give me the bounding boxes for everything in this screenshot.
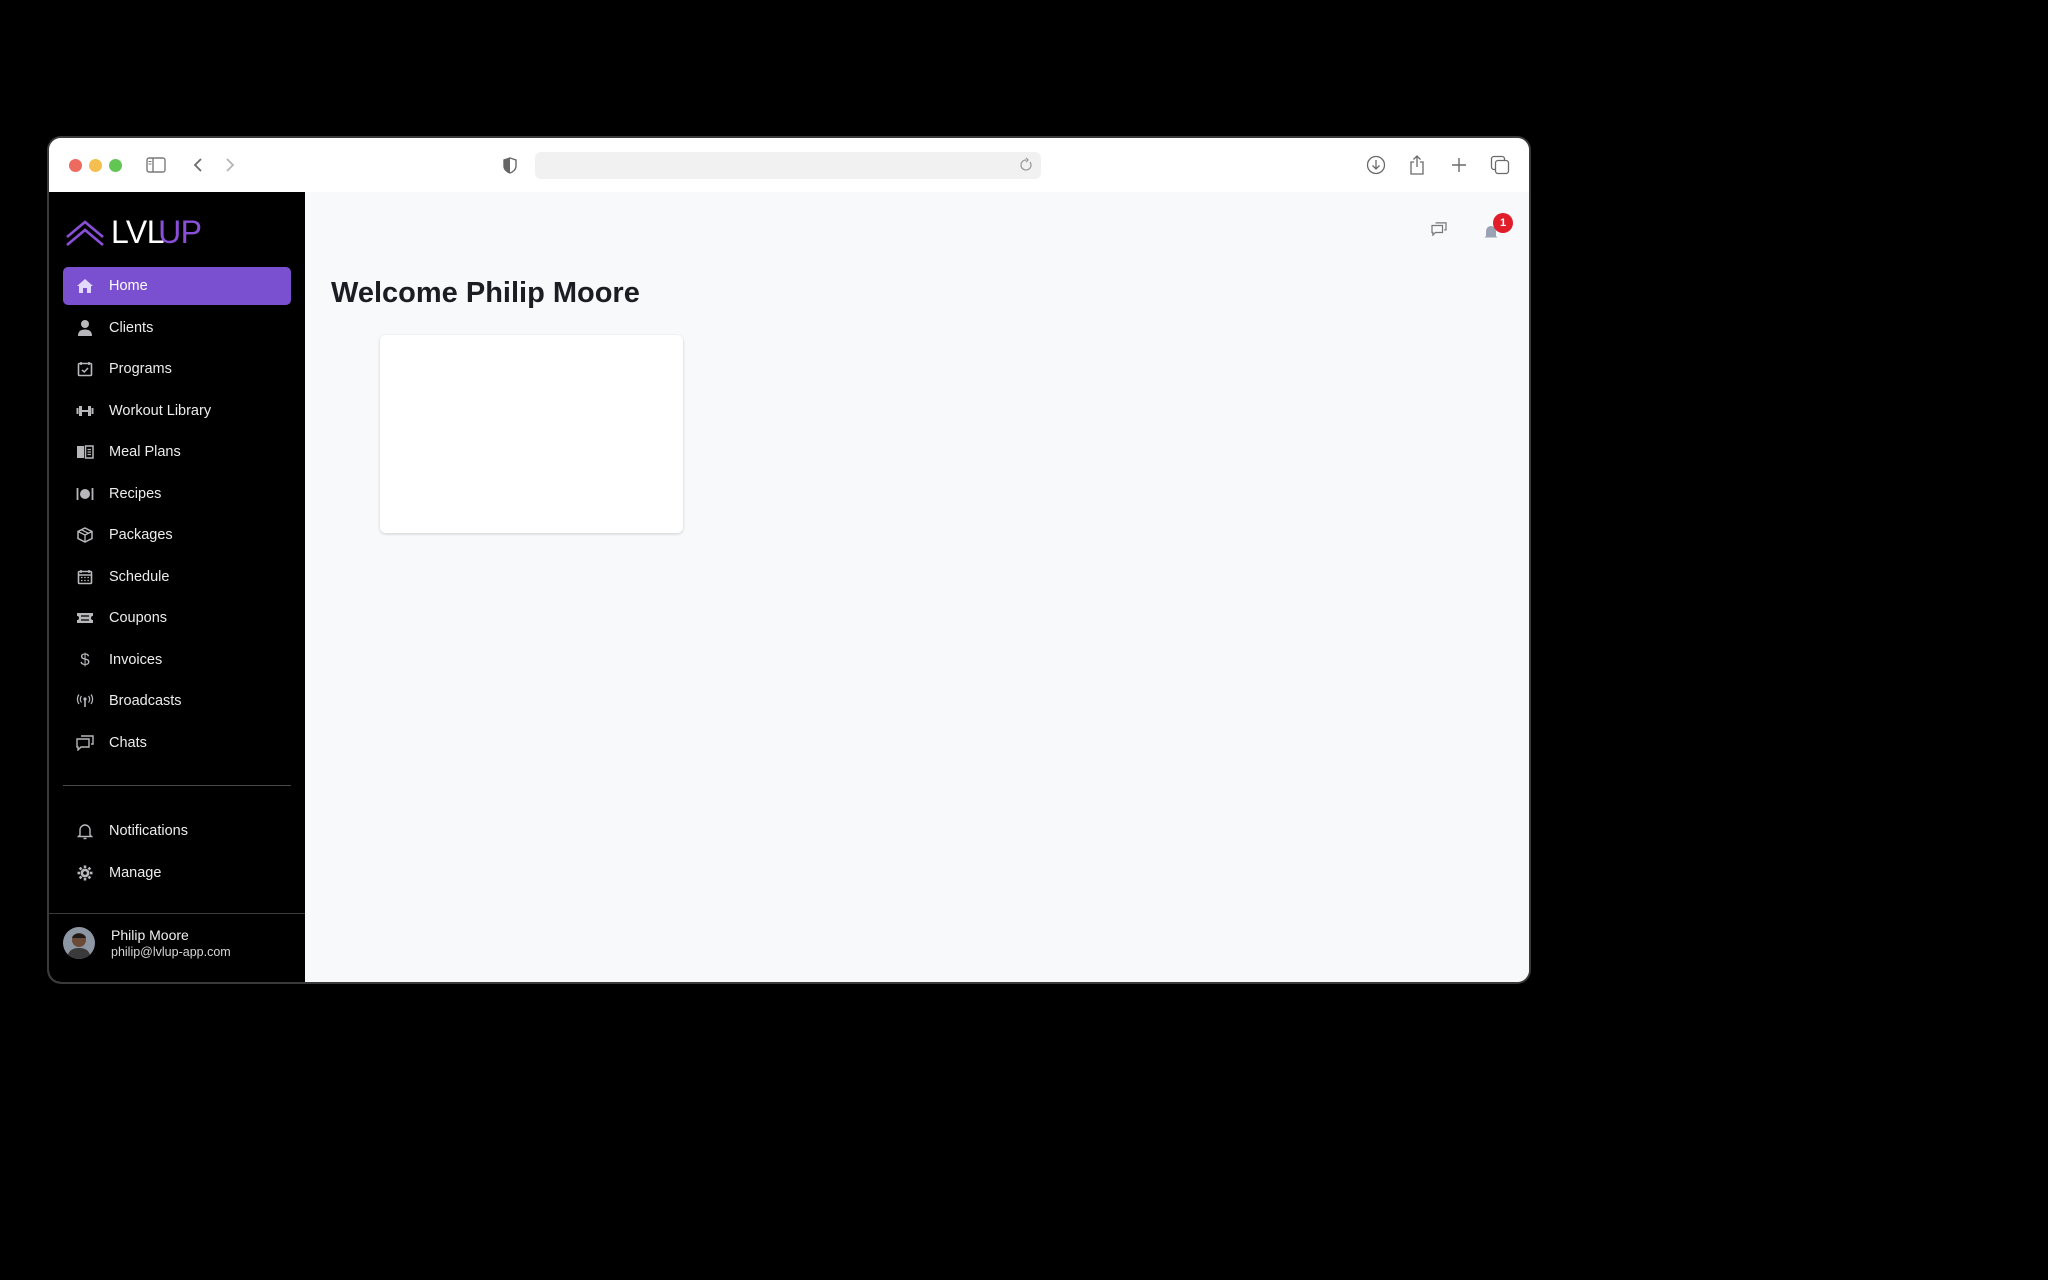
sidebar-item-label: Workout Library: [109, 402, 212, 419]
sidebar-item-label: Recipes: [109, 485, 162, 502]
sidebar-item-label: Programs: [109, 361, 172, 377]
user-email: philip@lvlup-app.com: [111, 945, 231, 959]
shield-icon[interactable]: [501, 152, 519, 178]
sidebar-item-label: Invoices: [109, 651, 163, 668]
new-tab-icon[interactable]: [1449, 152, 1469, 178]
chat-icon: [75, 733, 95, 753]
zoom-window-button[interactable]: [109, 159, 122, 172]
user-icon: [75, 318, 95, 338]
minimize-window-button[interactable]: [89, 159, 102, 172]
share-icon[interactable]: [1407, 152, 1427, 178]
sidebar-item-broadcasts[interactable]: Broadcasts: [63, 682, 291, 720]
chevron-up-logo-icon: [66, 219, 104, 246]
sidebar-item-chats[interactable]: Chats: [63, 724, 291, 762]
dumbbell-icon: [75, 401, 95, 421]
gear-icon: [75, 863, 95, 883]
dollar-icon: $: [80, 649, 90, 669]
sidebar-item-clients[interactable]: Clients: [63, 309, 291, 347]
sidebar-item-notifications[interactable]: Notifications: [63, 812, 291, 850]
broadcast-icon: [75, 691, 95, 711]
notifications-button[interactable]: 1: [1483, 212, 1513, 241]
logo-text-up: UP: [158, 214, 202, 250]
bell-icon: [75, 821, 95, 841]
sidebar-item-invoices[interactable]: $ Invoices: [63, 641, 291, 679]
sidebar-item-label: Manage: [109, 864, 162, 881]
clients-card-content: [380, 335, 683, 533]
sidebar-item-coupons[interactable]: Coupons: [63, 599, 291, 637]
ticket-icon: [75, 608, 95, 628]
sidebar: LVLUP Home Clients Programs Workout Libr…: [49, 192, 305, 982]
sidebar-item-label: Schedule: [109, 568, 170, 585]
book-icon: [75, 442, 95, 462]
back-icon[interactable]: [189, 152, 207, 178]
sidebar-item-home[interactable]: Home: [63, 267, 291, 305]
sidebar-nav: Home Clients Programs Workout Library Me…: [63, 267, 291, 765]
header-actions: 1: [1431, 212, 1513, 241]
sidebar-item-label: Broadcasts: [109, 693, 182, 709]
calendar-icon: [75, 567, 95, 587]
home-icon: [75, 276, 95, 296]
lvlup-logo[interactable]: LVLUP: [65, 214, 202, 251]
notification-count-badge: 1: [1493, 212, 1513, 233]
sidebar-item-programs[interactable]: Programs: [63, 350, 291, 388]
browser-toolbar: [49, 138, 1529, 192]
download-icon[interactable]: [1365, 152, 1387, 178]
box-icon: [75, 525, 95, 545]
user-profile[interactable]: Philip Moore philip@lvlup-app.com: [63, 927, 231, 959]
tabs-overview-icon[interactable]: [1489, 152, 1511, 178]
sidebar-item-label: Clients: [109, 319, 154, 336]
sidebar-item-packages[interactable]: Packages: [63, 516, 291, 554]
sidebar-item-label: Meal Plans: [109, 444, 181, 460]
user-name: Philip Moore: [111, 927, 189, 943]
marketing-stage: LVLUP Home Clients Programs Workout Libr…: [0, 0, 2048, 1280]
sidebar-item-label: Packages: [109, 527, 173, 543]
sidebar-item-label: Chats: [109, 734, 147, 751]
avatar: [63, 927, 95, 959]
user-divider: [49, 913, 305, 914]
sidebar-item-workout-library[interactable]: Workout Library: [63, 392, 291, 430]
logo-text-lvl: LVL: [111, 214, 165, 250]
sidebar-item-meal-plans[interactable]: Meal Plans: [63, 433, 291, 471]
sidebar-icon[interactable]: [145, 152, 167, 178]
url-bar[interactable]: [535, 152, 1041, 179]
plate-icon: [75, 484, 95, 504]
close-window-button[interactable]: [69, 159, 82, 172]
sidebar-item-recipes[interactable]: Recipes: [63, 475, 291, 513]
calendar-check-icon: [75, 359, 95, 379]
page-title: Welcome Philip Moore: [331, 277, 640, 309]
forward-icon[interactable]: [221, 152, 239, 178]
browser-window: LVLUP Home Clients Programs Workout Libr…: [49, 138, 1529, 982]
main-content: 1 Welcome Philip Moore: [305, 192, 1529, 982]
sidebar-item-label: Home: [109, 278, 148, 294]
sidebar-item-schedule[interactable]: Schedule: [63, 558, 291, 596]
sidebar-item-manage[interactable]: Manage: [63, 854, 291, 892]
sidebar-divider: [63, 785, 291, 786]
sidebar-item-label: Notifications: [109, 823, 188, 839]
sidebar-item-label: Coupons: [109, 610, 168, 626]
reload-icon[interactable]: [1017, 156, 1035, 174]
sidebar-secondary-nav: Notifications Manage: [63, 812, 291, 895]
chat-icon[interactable]: [1431, 222, 1447, 241]
